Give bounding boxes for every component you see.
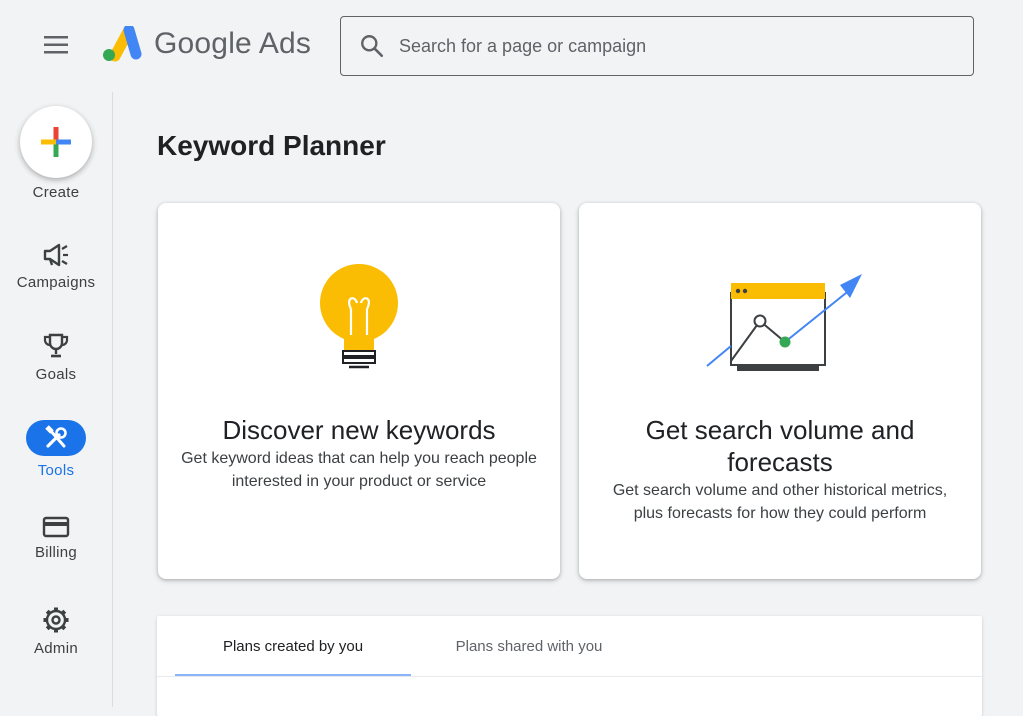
hamburger-menu-icon — [44, 36, 68, 54]
sidebar-item-tools[interactable]: Tools — [0, 420, 112, 479]
card-title: Discover new keywords — [222, 415, 496, 445]
tools-icon — [45, 425, 67, 448]
credit-card-icon — [42, 516, 70, 538]
forecast-chart-icon — [706, 274, 862, 371]
sidebar-item-label: Billing — [34, 544, 78, 561]
sidebar-item-label: Tools — [37, 462, 75, 479]
sidebar-item-billing[interactable]: Billing — [0, 516, 112, 561]
trophy-icon — [43, 333, 69, 358]
tools-active-pill — [26, 420, 86, 456]
lightbulb-illustration — [158, 263, 560, 373]
sidebar-item-admin[interactable]: Admin — [0, 606, 112, 657]
search-icon — [361, 35, 384, 58]
google-ads-logo-icon — [103, 26, 142, 62]
app-name: Google Ads — [154, 27, 312, 60]
page-title: Keyword Planner — [157, 130, 386, 161]
tab-plans-shared-with-you[interactable]: Plans shared with you — [427, 616, 631, 676]
tab-plans-created-by-you[interactable]: Plans created by you — [175, 616, 411, 676]
tab-label: Plans created by you — [222, 637, 364, 655]
sidebar-item-label: Campaigns — [16, 274, 96, 291]
card-description: Get search volume and other historical m… — [612, 482, 948, 522]
forecast-illustration — [579, 271, 981, 371]
google-ads-logo[interactable]: Google Ads — [102, 26, 311, 62]
search-bar[interactable] — [340, 16, 974, 76]
gear-icon — [43, 607, 69, 633]
sidebar-item-label: Goals — [35, 366, 77, 383]
top-bar: Google Ads — [0, 0, 1023, 92]
divider — [157, 676, 982, 677]
card-description: Get keyword ideas that can help you reac… — [181, 450, 537, 490]
discover-keywords-card[interactable]: Discover new keywords Get keyword ideas … — [158, 203, 560, 579]
create-button[interactable] — [20, 106, 92, 178]
plus-icon — [41, 127, 71, 157]
card-title: Get search volume and forecasts — [645, 415, 915, 477]
sidebar-item-goals[interactable]: Goals — [0, 332, 112, 383]
plans-panel: Plans created by you Plans shared with y… — [157, 616, 982, 716]
megaphone-icon — [43, 243, 68, 267]
sidebar-item-campaigns[interactable]: Campaigns — [0, 242, 112, 291]
sidebar-item-create[interactable]: Create — [0, 106, 112, 201]
search-volume-forecasts-card[interactable]: Get search volume and forecasts Get sear… — [579, 203, 981, 579]
search-input[interactable] — [399, 35, 939, 57]
lightbulb-icon — [320, 264, 398, 369]
menu-button[interactable] — [32, 29, 80, 61]
tab-label: Plans shared with you — [455, 637, 603, 655]
sidebar-item-label: Admin — [33, 640, 79, 657]
sidebar-item-label: Create — [32, 184, 80, 201]
sidebar: Create Campaigns Goals Tools Billing Adm… — [0, 92, 113, 707]
